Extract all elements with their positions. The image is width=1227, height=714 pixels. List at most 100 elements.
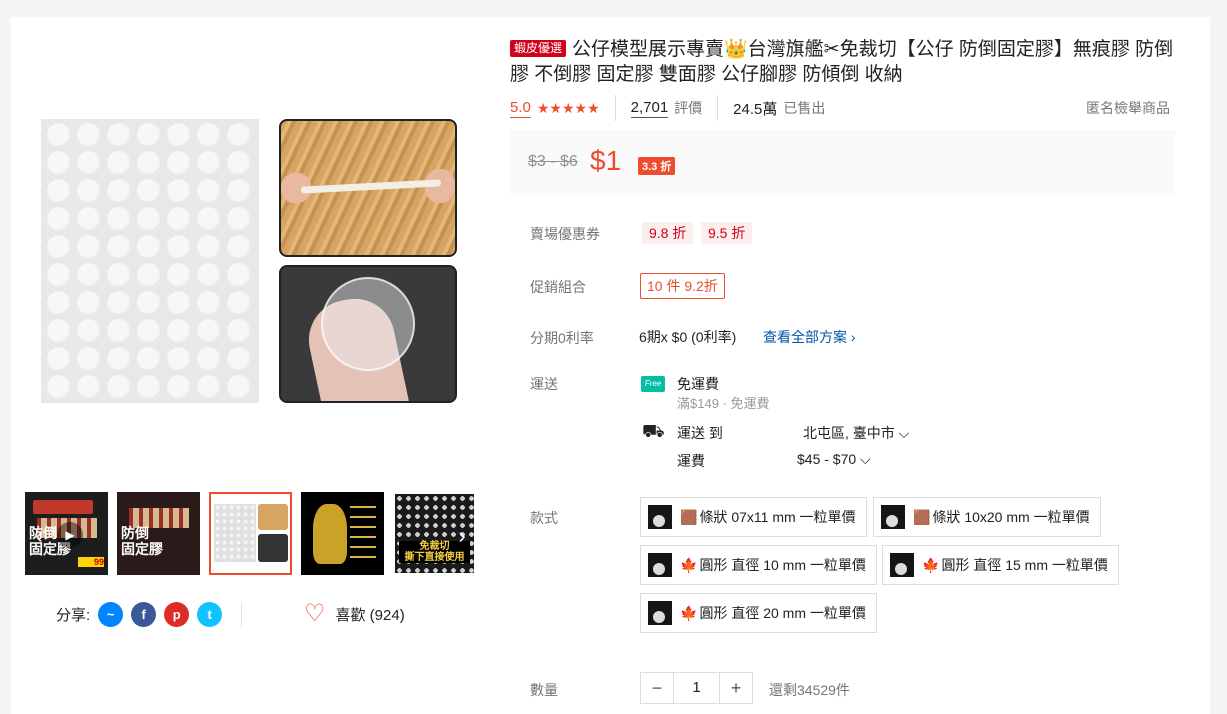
chevron-right-icon[interactable]: › — [450, 522, 474, 550]
variation-thumbnail — [648, 553, 672, 577]
voucher-chip[interactable]: 9.8 折 — [642, 222, 694, 244]
sticker-dot — [137, 347, 161, 371]
sticker-dot — [47, 123, 71, 147]
variation-option[interactable]: 🍁 圓形 直徑 20 mm 一粒單價 — [640, 593, 877, 633]
sticker-dot — [197, 291, 221, 315]
main-product-image[interactable] — [25, 29, 475, 479]
sticker-dot — [137, 291, 161, 315]
sticker-badge: 99 — [78, 557, 104, 567]
variation-option[interactable]: 🍁 圓形 直徑 10 mm 一粒單價 — [640, 545, 877, 585]
thumbnail-3-selected[interactable] — [209, 492, 292, 575]
quantity-increase-button[interactable]: + — [720, 673, 752, 703]
variation-label: 款式 — [530, 510, 558, 526]
sticker-dot — [227, 207, 251, 231]
thumbnail-banner: 防倒 固定膠 — [121, 525, 163, 557]
shipping-fee-select[interactable]: $45 - $70 ⌵ — [797, 451, 871, 468]
sticker-dot — [47, 151, 71, 175]
sticker-dot — [47, 375, 71, 399]
sticker-dot — [197, 319, 221, 343]
sticker-dot — [77, 151, 101, 175]
thumbnail-strip: 防倒 固定膠 99 ▶ ‹ 防倒 固定膠 免裁切 撕下直接使用 › — [25, 492, 477, 576]
variation-thumbnail — [648, 601, 672, 625]
sticker-dot — [167, 375, 191, 399]
sticker-dot — [167, 151, 191, 175]
sticker-dot — [47, 319, 71, 343]
sticker-dot — [137, 151, 161, 175]
thumbnail-4[interactable] — [301, 492, 384, 575]
sticker-dot — [197, 347, 221, 371]
sticker-dot — [197, 263, 221, 287]
report-link[interactable]: 匿名檢舉商品 — [1086, 98, 1170, 118]
truck-icon: ⛟ — [642, 421, 665, 441]
quantity-decrease-button[interactable]: − — [641, 673, 673, 703]
messenger-icon[interactable]: ~ — [98, 602, 124, 627]
sticker-dot — [77, 319, 101, 343]
quantity-label: 數量 — [530, 682, 558, 698]
sticker-dot — [77, 291, 101, 315]
sticker-dot — [137, 207, 161, 231]
price-box: $3 - $6 $1 3.3 折 — [510, 130, 1175, 196]
variation-option[interactable]: 🟫 條狀 10x20 mm 一粒單價 — [873, 497, 1101, 537]
sticker-dot — [197, 179, 221, 203]
sticker-dot — [107, 207, 131, 231]
sticker-dot — [137, 235, 161, 259]
sticker-dot — [197, 207, 221, 231]
variation-text: 圓形 直徑 20 mm 一粒單價 — [699, 605, 866, 621]
chevron-left-icon[interactable]: ‹ — [27, 522, 51, 550]
tape-stretch-illustration — [279, 119, 457, 257]
voucher-chip[interactable]: 9.5 折 — [701, 222, 753, 244]
sticker-dot — [227, 319, 251, 343]
sticker-dot — [197, 123, 221, 147]
play-icon[interactable]: ▶ — [57, 522, 83, 548]
sticker-dot — [47, 207, 71, 231]
bar-shape-icon: 🟫 — [913, 508, 931, 525]
product-title: 蝦皮優選 公仔模型展示專賣👑台灣旗艦✂免裁切【公仔 防倒固定膠】無痕膠 防倒膠 不… — [510, 37, 1180, 87]
thumbnail-5[interactable]: 免裁切 撕下直接使用 › — [393, 492, 476, 575]
sticker-dot — [167, 291, 191, 315]
sticker-dot — [47, 263, 71, 287]
sticker-dot — [227, 235, 251, 259]
sticker-dot — [47, 179, 71, 203]
sticker-dot — [167, 207, 191, 231]
sticker-dot — [227, 263, 251, 287]
bar-shape-icon: 🟫 — [680, 508, 698, 525]
quantity-stepper: − 1 + — [640, 672, 753, 704]
variation-text: 條狀 10x20 mm 一粒單價 — [932, 509, 1090, 525]
divider — [241, 603, 242, 627]
variation-thumbnail — [881, 505, 905, 529]
sticker-dot — [167, 347, 191, 371]
sticker-dot — [167, 123, 191, 147]
sticker-dot — [107, 235, 131, 259]
variation-option[interactable]: 🟫 條狀 07x11 mm 一粒單價 — [640, 497, 867, 537]
quantity-input[interactable]: 1 — [673, 673, 720, 703]
variation-text: 條狀 07x11 mm 一粒單價 — [699, 509, 856, 525]
thumbnail-video[interactable]: 防倒 固定膠 99 ▶ ‹ — [25, 492, 108, 575]
rating-value[interactable]: 5.0 — [510, 99, 531, 118]
facebook-icon[interactable]: f — [131, 602, 157, 627]
variation-text: 圓形 直徑 15 mm 一粒單價 — [941, 557, 1108, 573]
like-button[interactable]: ♡ 喜歡 (924) — [304, 602, 405, 626]
sticker-dot — [77, 347, 101, 371]
sticker-dot — [197, 235, 221, 259]
sticker-dot — [77, 179, 101, 203]
reviews-label: 評價 — [674, 100, 703, 116]
variation-option[interactable]: 🍁 圓形 直徑 15 mm 一粒單價 — [882, 545, 1119, 585]
sticker-dot — [137, 375, 161, 399]
twitter-icon[interactable]: t — [197, 602, 223, 627]
sticker-dot — [107, 375, 131, 399]
discount-badge: 3.3 折 — [638, 157, 676, 175]
shipping-fee-label: 運費 — [677, 453, 705, 469]
sticker-dot — [227, 151, 251, 175]
combo-chip[interactable]: 10 件 9.2折 — [640, 273, 725, 299]
installment-link[interactable]: 查看全部方案 › — [763, 327, 856, 347]
thumbnail-2[interactable]: 防倒 固定膠 — [117, 492, 200, 575]
sticker-dot — [167, 319, 191, 343]
reviews-count[interactable]: 2,701 — [630, 99, 669, 118]
product-card: 防倒 固定膠 99 ▶ ‹ 防倒 固定膠 免裁切 撕下直接使用 › 分享: ~ … — [11, 17, 1210, 714]
free-shipping-title: 免運費 — [677, 376, 719, 392]
like-count: 喜歡 (924) — [335, 606, 405, 624]
ship-location-select[interactable]: 北屯區, 臺中市 ⌵ — [803, 423, 909, 443]
pinterest-icon[interactable]: p — [164, 602, 190, 627]
sticker-dot — [137, 319, 161, 343]
sticker-sheet-illustration — [41, 119, 259, 403]
